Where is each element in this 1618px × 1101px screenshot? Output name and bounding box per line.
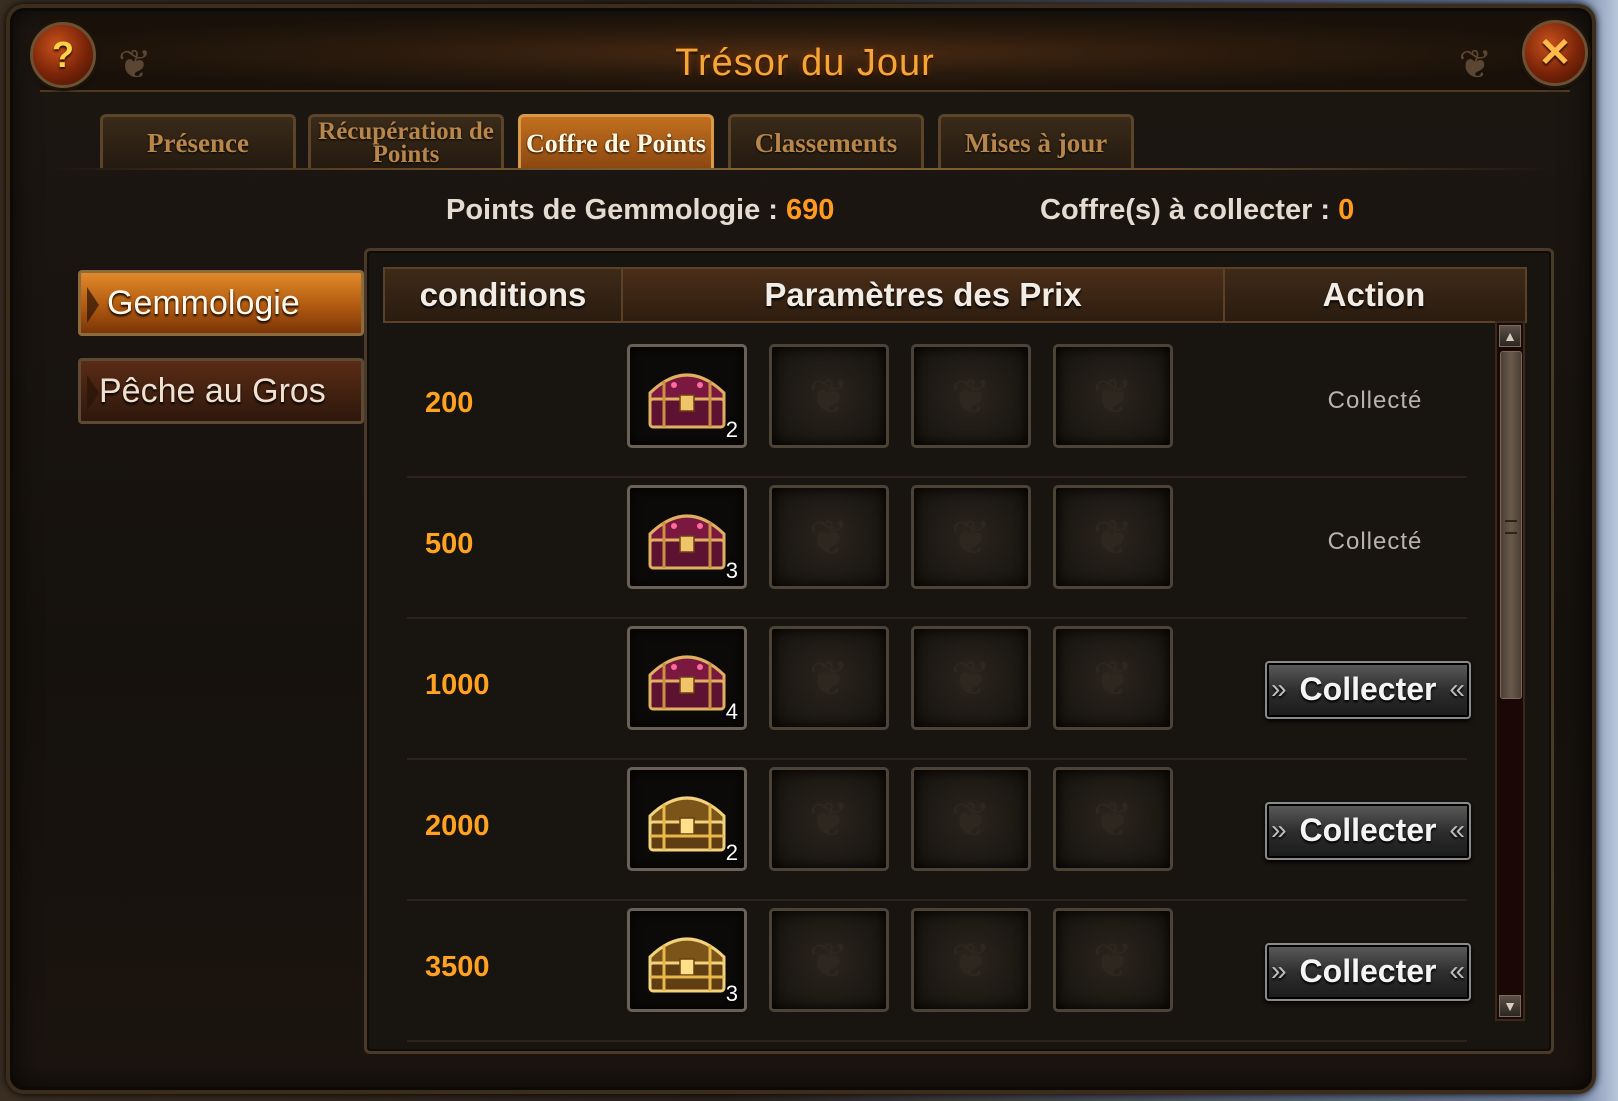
reward-slot[interactable]: 3 (627, 908, 747, 1012)
purple-chest-icon (648, 373, 726, 429)
collected-status: Collecté (1327, 528, 1423, 555)
gold-chest-icon (648, 937, 726, 993)
header-action: Action (1322, 276, 1426, 313)
scroll-down-icon[interactable]: ▼ (1499, 995, 1521, 1017)
row-condition: 1000 (425, 669, 490, 701)
empty-reward-slot (911, 485, 1031, 589)
empty-reward-slot (769, 626, 889, 730)
empty-reward-slot (1053, 485, 1173, 589)
reward-quantity: 2 (725, 417, 738, 442)
scrollbar[interactable]: ▲ ▼ (1495, 321, 1525, 1021)
tab-presence[interactable]: Présence (100, 114, 296, 168)
chests-to-collect-value: 0 (1338, 194, 1355, 226)
empty-reward-slot (1053, 344, 1173, 448)
reward-quantity: 4 (725, 699, 738, 724)
collect-button[interactable]: Collecter (1265, 661, 1471, 719)
reward-slot[interactable]: 2 (627, 767, 747, 871)
reward-quantity: 3 (725, 558, 738, 583)
empty-reward-slot (911, 344, 1031, 448)
collect-button[interactable]: Collecter (1265, 943, 1471, 1001)
empty-reward-slot (769, 908, 889, 1012)
empty-reward-slot (769, 344, 889, 448)
purple-chest-icon (648, 514, 726, 570)
empty-reward-slot (911, 767, 1031, 871)
row-condition: 3500 (425, 951, 490, 983)
collected-status: Collecté (1327, 387, 1423, 414)
empty-reward-slot (1053, 767, 1173, 871)
gold-chest-icon (648, 796, 726, 852)
scroll-up-icon[interactable]: ▲ (1499, 325, 1521, 347)
gemmology-points-value: 690 (786, 194, 835, 226)
reward-slot[interactable]: 4 (627, 626, 747, 730)
table-row: 1000 4 Collecter (407, 617, 1471, 760)
table-row: 2000 2 Collecter (407, 758, 1471, 901)
chests-to-collect-label: Coffre(s) à collecter : (1040, 194, 1339, 226)
title-bar: ❦ ❦ Trésor du Jour (40, 16, 1570, 92)
tab-divider (46, 168, 1556, 170)
scrollbar-thumb[interactable] (1500, 351, 1522, 699)
sidebar-item-peche-au-gros[interactable]: Pêche au Gros (78, 358, 364, 424)
empty-reward-slot (1053, 908, 1173, 1012)
sidebar-item-gemmologie[interactable]: Gemmologie (78, 270, 364, 336)
help-icon[interactable]: ? (30, 22, 96, 88)
gemmology-points-label: Points de Gemmologie : (446, 194, 786, 226)
row-condition: 200 (425, 387, 474, 419)
table-row: 200 2 Collecté (407, 335, 1467, 478)
close-icon[interactable]: ✕ (1522, 20, 1588, 86)
table-row: 500 3 Collecté (407, 476, 1467, 619)
empty-reward-slot (1053, 626, 1173, 730)
table-row: 3500 3 Collecter (407, 899, 1471, 1042)
empty-reward-slot (911, 626, 1031, 730)
gemmology-points: Points de Gemmologie : 690 (446, 194, 834, 227)
chests-to-collect: Coffre(s) à collecter : 0 (1040, 194, 1354, 227)
collect-button[interactable]: Collecter (1265, 802, 1471, 860)
row-condition: 500 (425, 528, 474, 560)
header-conditions: conditions (419, 276, 587, 313)
reward-quantity: 2 (725, 840, 738, 865)
row-condition: 2000 (425, 810, 490, 842)
empty-reward-slot (769, 485, 889, 589)
reward-quantity: 3 (725, 981, 738, 1006)
reward-slot[interactable]: 3 (627, 485, 747, 589)
tab-coffre-points[interactable]: Coffre de Points (518, 114, 714, 170)
table-header: conditions Paramètres des Prix Action (383, 267, 1527, 323)
tab-mises-a-jour[interactable]: Mises à jour (938, 114, 1134, 168)
empty-reward-slot (911, 908, 1031, 1012)
reward-slot[interactable]: 2 (627, 344, 747, 448)
window-title: Trésor du Jour (675, 42, 935, 84)
dialog-window: ❦ ❦ Trésor du Jour ? ✕ Présence Récupéra… (6, 4, 1596, 1094)
purple-chest-icon (648, 655, 726, 711)
empty-reward-slot (769, 767, 889, 871)
header-prizes: Paramètres des Prix (621, 269, 1225, 321)
tab-classements[interactable]: Classements (728, 114, 924, 168)
rewards-panel: conditions Paramètres des Prix Action 20… (364, 248, 1554, 1054)
tab-recuperation-points[interactable]: Récupération de Points (308, 114, 504, 168)
